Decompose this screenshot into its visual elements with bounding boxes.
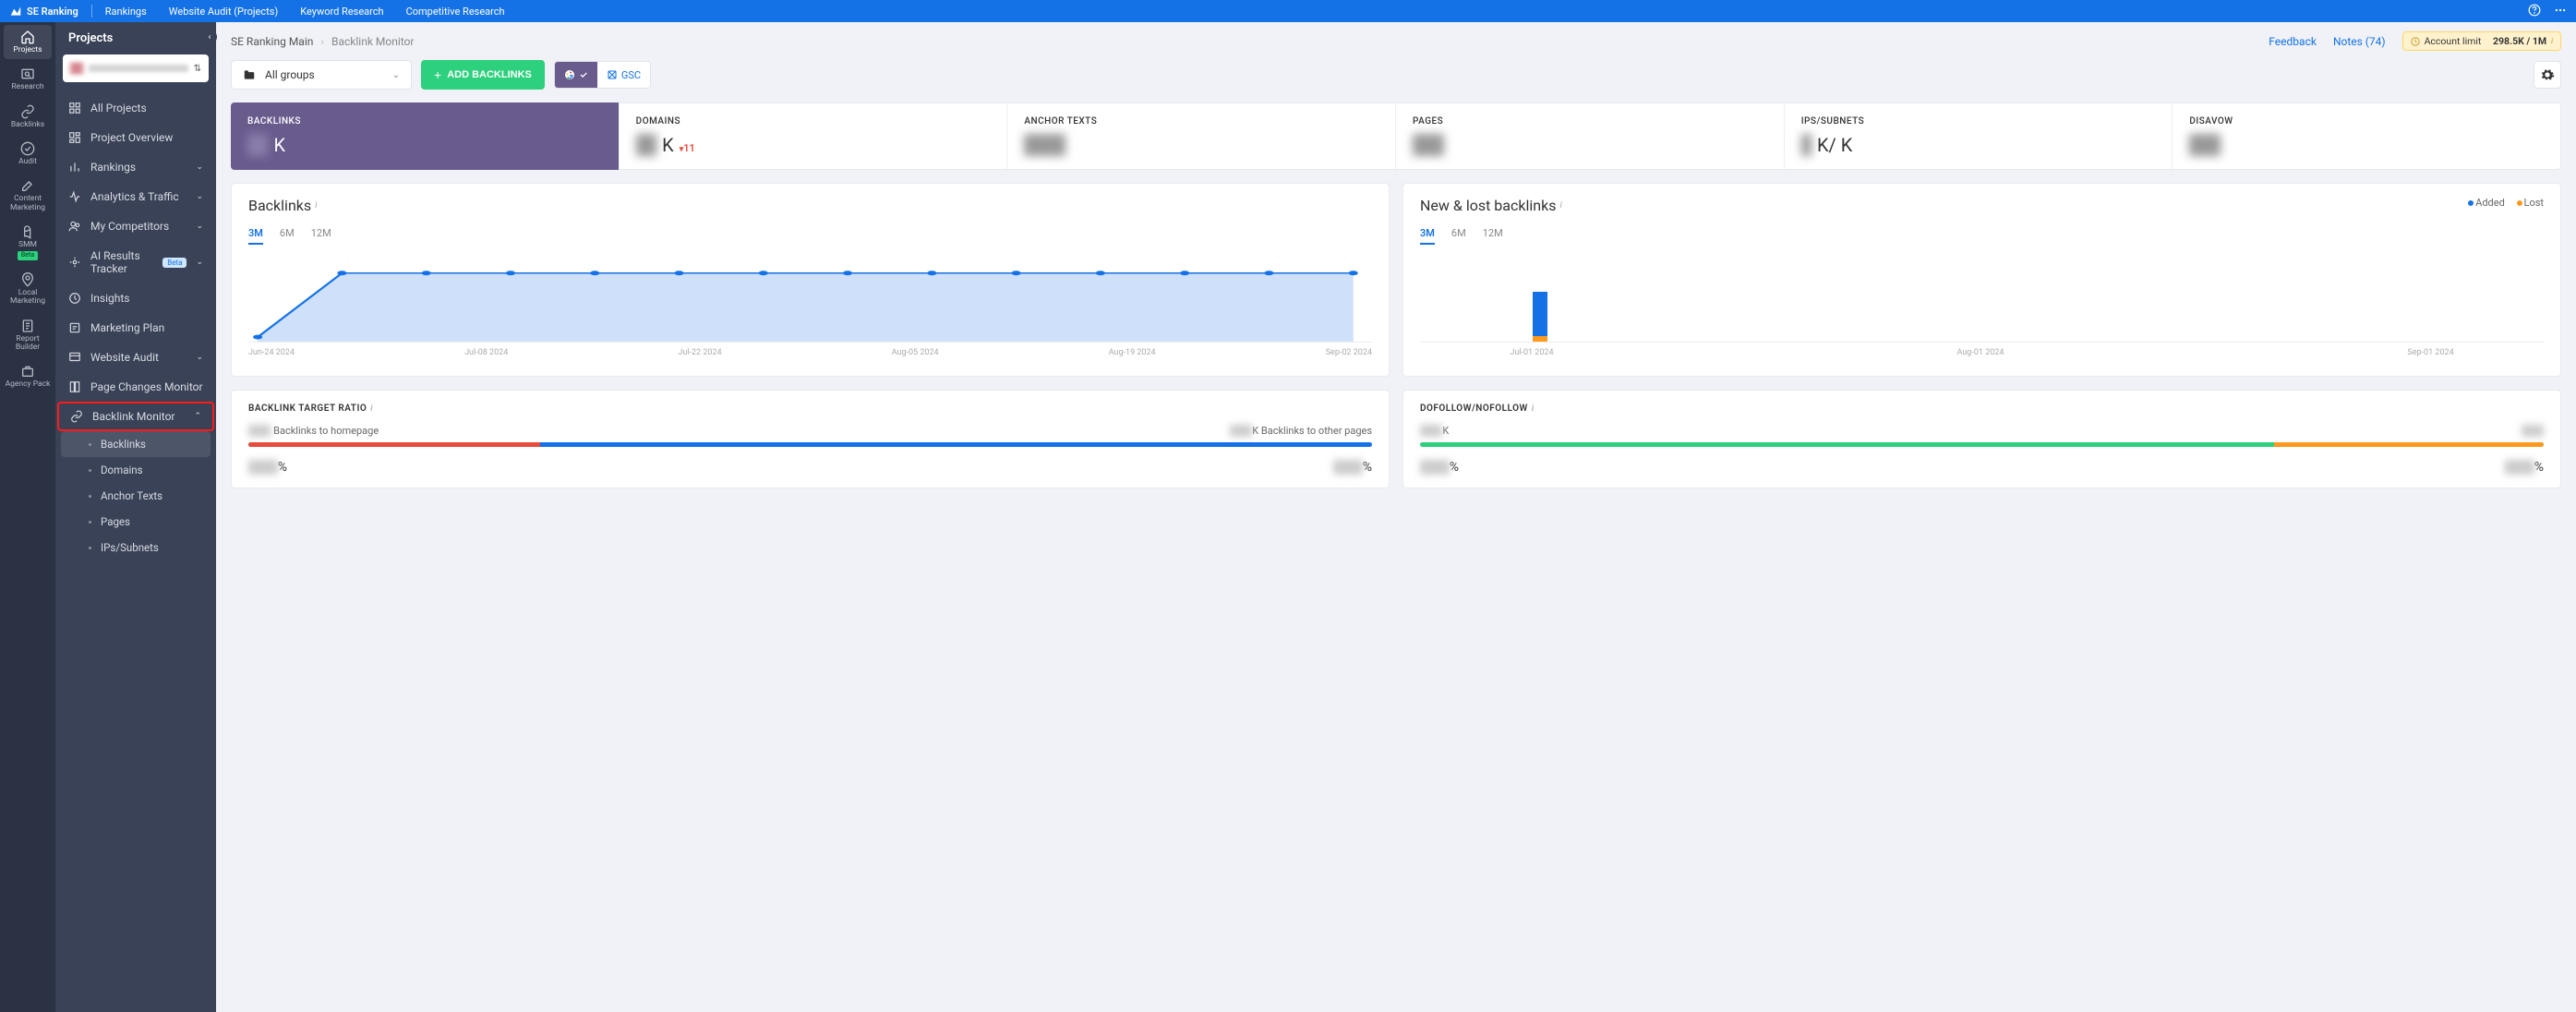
rail-research[interactable]: Research xyxy=(4,62,52,96)
newlost-bar-chart xyxy=(1420,250,2544,343)
nav-competitive-research[interactable]: Competitive Research xyxy=(406,6,505,18)
panel-backlinks-chart: Backlinksi 3M 6M 12M Jun-2 xyxy=(231,183,1390,377)
menu-insights[interactable]: Insights xyxy=(55,283,216,313)
ratio-bar xyxy=(248,442,1372,447)
stat-domains[interactable]: DOMAINS00K11 xyxy=(620,103,1008,169)
breadcrumb-current: Backlink Monitor xyxy=(331,35,414,48)
nav-website-audit[interactable]: Website Audit (Projects) xyxy=(169,6,278,18)
add-backlinks-button[interactable]: +ADD BACKLINKS xyxy=(421,60,545,90)
range-12m[interactable]: 12M xyxy=(311,227,331,245)
gear-icon xyxy=(2540,67,2555,82)
sub-pages[interactable]: Pages xyxy=(55,509,216,535)
collapse-sidebar-button[interactable]: ‹ xyxy=(202,30,217,44)
chevron-up-icon: ⌃ xyxy=(194,412,201,421)
main-content: SE Ranking Main › Backlink Monitor Feedb… xyxy=(216,22,2576,1012)
rail-report[interactable]: Report Builder xyxy=(4,314,52,357)
menu-backlink-monitor[interactable]: Backlink Monitor⌃ xyxy=(57,402,214,431)
menu-rankings[interactable]: Rankings⌄ xyxy=(55,152,216,182)
stat-backlinks[interactable]: BACKLINKS00K xyxy=(231,102,620,170)
menu-overview[interactable]: Project Overview xyxy=(55,123,216,152)
menu-marketing-plan[interactable]: Marketing Plan xyxy=(55,313,216,343)
chevron-down-icon: ⌄ xyxy=(196,353,203,362)
project-name-obscured xyxy=(89,65,188,72)
chevron-down-icon: ⌄ xyxy=(196,192,203,201)
backlinks-area-chart xyxy=(248,250,1372,343)
rail-projects[interactable]: Projects xyxy=(4,25,52,59)
panel-title: New & lost backlinksi xyxy=(1420,197,2459,214)
nav-keyword-research[interactable]: Keyword Research xyxy=(300,6,383,18)
chevron-down-icon: ⌄ xyxy=(392,70,400,80)
panel-title: Backlinksi xyxy=(248,197,1372,214)
rail-local[interactable]: Local Marketing xyxy=(4,268,52,311)
menu-ai-tracker[interactable]: AI Results TrackerBeta⌄ xyxy=(55,241,216,283)
chevron-down-icon: ⌄ xyxy=(196,163,203,172)
range-3m[interactable]: 3M xyxy=(248,227,263,245)
menu-page-changes[interactable]: Page Changes Monitor xyxy=(55,372,216,402)
legend: Added Lost xyxy=(2459,197,2544,209)
rail-backlinks[interactable]: Backlinks xyxy=(4,100,52,134)
stat-anchor[interactable]: ANCHOR TEXTS0000 xyxy=(1007,103,1396,169)
sub-title: DOFOLLOW/NOFOLLOWi xyxy=(1420,404,2544,414)
help-icon[interactable] xyxy=(2528,4,2541,19)
sub-anchor[interactable]: Anchor Texts xyxy=(55,483,216,509)
brand-logo[interactable]: SE Ranking xyxy=(9,5,78,18)
x-axis: Jul-01 2024Aug-01 2024Sep-01 2024 xyxy=(1420,343,2544,357)
range-6m[interactable]: 6M xyxy=(280,227,295,245)
panel-dofollow: DOFOLLOW/NOFOLLOWi 00K 00 00%00% xyxy=(1402,390,2561,488)
settings-button[interactable] xyxy=(2534,61,2561,89)
gsc-seg[interactable]: GSC xyxy=(597,62,650,88)
stat-pages[interactable]: PAGES000 xyxy=(1396,103,1785,169)
google-connect-seg[interactable] xyxy=(555,62,597,88)
menu-competitors[interactable]: My Competitors⌄ xyxy=(55,211,216,241)
sub-ips[interactable]: IPs/Subnets xyxy=(55,535,216,560)
sub-domains[interactable]: Domains xyxy=(55,457,216,483)
more-icon[interactable] xyxy=(2554,4,2567,19)
rail-smm[interactable]: SMMBeta xyxy=(4,220,52,265)
notes-link[interactable]: Notes (74) xyxy=(2333,35,2386,48)
feedback-link[interactable]: Feedback xyxy=(2269,35,2317,48)
panel-newlost-chart: Added Lost New & lost backlinksi 3M 6M 1… xyxy=(1402,183,2561,377)
breadcrumb-root[interactable]: SE Ranking Main xyxy=(231,35,313,48)
nav-rail: Projects Research Backlinks Audit Conten… xyxy=(0,22,55,1012)
menu-analytics[interactable]: Analytics & Traffic⌄ xyxy=(55,182,216,211)
flag-icon xyxy=(70,64,83,73)
project-selector[interactable]: ⇅ xyxy=(63,54,209,82)
info-icon[interactable]: i xyxy=(315,200,317,211)
beta-badge: Beta xyxy=(18,251,38,260)
range-12m[interactable]: 12M xyxy=(1483,227,1503,245)
info-icon[interactable]: i xyxy=(370,404,373,414)
chevron-down-icon: ⌄ xyxy=(196,222,203,231)
folder-icon xyxy=(243,68,256,81)
stat-disavow[interactable]: DISAVOW000 xyxy=(2173,103,2560,169)
x-axis: Jun-24 2024Jul-08 2024Jul-22 2024Aug-05 … xyxy=(248,343,1372,363)
stats-strip: BACKLINKS00K DOMAINS00K11 ANCHOR TEXTS00… xyxy=(231,102,2561,170)
ratio-bar xyxy=(1420,442,2544,447)
chevron-down-icon: ⌄ xyxy=(196,258,203,267)
panel-target-ratio: BACKLINK TARGET RATIOi 00 Backlinks to h… xyxy=(231,390,1390,488)
menu-website-audit[interactable]: Website Audit⌄ xyxy=(55,343,216,372)
info-icon[interactable]: i xyxy=(1532,404,1535,414)
sidebar: ‹ Projects ⇅ All Projects Project Overvi… xyxy=(55,22,216,1012)
range-6m[interactable]: 6M xyxy=(1451,227,1466,245)
breadcrumb-sep: › xyxy=(320,35,324,48)
stat-ips[interactable]: IPS/SUBNETS0K/ K xyxy=(1785,103,2173,169)
beta-pill: Beta xyxy=(163,258,187,268)
rail-content[interactable]: Content Marketing xyxy=(4,174,52,217)
rail-agency[interactable]: Agency Pack xyxy=(4,359,52,393)
account-limit-pill[interactable]: Account limit 298.5K / 1Mi xyxy=(2402,31,2561,51)
gsc-toggle[interactable]: GSC xyxy=(554,61,651,89)
menu-all-projects[interactable]: All Projects xyxy=(55,93,216,123)
chevron-updown-icon: ⇅ xyxy=(194,64,201,74)
sidebar-title: Projects xyxy=(55,22,216,54)
sub-title: BACKLINK TARGET RATIOi xyxy=(248,404,1372,414)
info-icon[interactable]: i xyxy=(1559,200,1561,211)
rail-audit[interactable]: Audit xyxy=(4,137,52,171)
range-3m[interactable]: 3M xyxy=(1420,227,1435,245)
groups-dropdown[interactable]: All groups ⌄ xyxy=(231,60,412,90)
sub-backlinks[interactable]: Backlinks xyxy=(61,431,211,457)
nav-rankings[interactable]: Rankings xyxy=(105,6,147,18)
